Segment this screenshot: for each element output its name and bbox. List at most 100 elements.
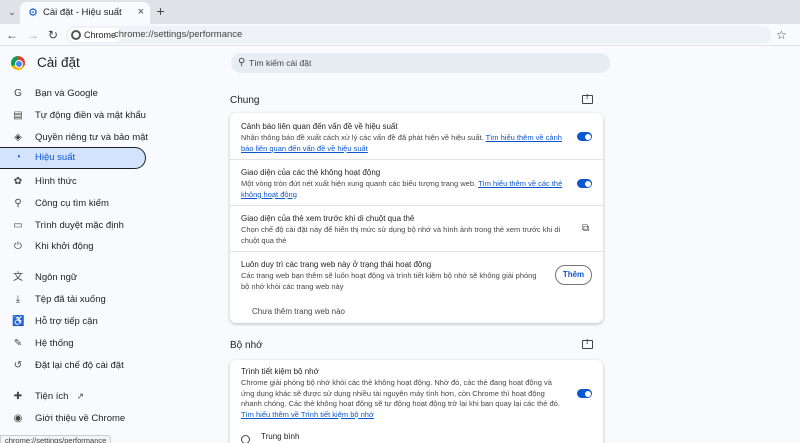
sidebar-item-reset[interactable]: ↺ Đặt lại chế độ cài đặt <box>0 355 146 377</box>
download-icon: ⤓ <box>15 294 21 305</box>
feedback-icon[interactable] <box>582 94 593 104</box>
accessibility-icon: ♿ <box>12 316 25 327</box>
tab-title: Cài đặt - Hiệu suất <box>43 7 122 18</box>
performance-alerts-desc-text: Nhận thông báo đề xuất cách xử lý các vấ… <box>241 133 484 142</box>
memory-saver-desc: Chrome giải phóng bộ nhớ khỏi các thẻ kh… <box>241 378 566 420</box>
close-icon[interactable]: × <box>138 6 144 18</box>
chrome-logo-icon <box>11 56 25 70</box>
search-box[interactable]: ⚲ <box>231 53 610 73</box>
sidebar-item-label: Tiện ích ↗ <box>35 391 84 402</box>
search-input[interactable] <box>249 56 589 70</box>
extensions-label: Tiện ích <box>35 391 69 402</box>
chrome-icon: ◉ <box>13 413 23 424</box>
add-site-button[interactable]: Thêm <box>555 265 592 285</box>
tab-search-chevron-icon[interactable]: ⌄ <box>5 5 19 19</box>
sidebar-item-label: Khi khởi động <box>35 241 94 252</box>
memory-saver-toggle[interactable] <box>577 389 592 398</box>
clipboard-icon: ▤ <box>13 110 23 121</box>
sidebar-item-on-startup[interactable]: ⏻ Khi khởi động <box>0 236 146 258</box>
inactive-tabs-toggle[interactable] <box>577 179 592 188</box>
general-card: Cảnh báo liên quan đến vấn đề về hiệu su… <box>230 113 603 323</box>
hover-preview-desc: Chọn chế độ cài đặt này để hiển thị mức … <box>241 225 561 245</box>
sidebar-item-performance[interactable]: ◔ Hiệu suất <box>0 147 146 169</box>
status-bar-url: chrome://settings/performance <box>0 435 112 443</box>
sidebar-item-you-and-google[interactable]: G Bạn và Google <box>0 83 146 105</box>
sidebar-item-label: Hệ thống <box>35 338 74 349</box>
section-heading-memory: Bộ nhớ <box>230 340 263 351</box>
browser-icon: ▭ <box>13 220 23 231</box>
url-text[interactable]: chrome://settings/performance <box>114 29 242 40</box>
search-icon: ⚲ <box>238 57 246 68</box>
hover-preview-title: Giao diện của thẻ xem trước khi di chuột… <box>241 214 415 223</box>
memory-card: Trình tiết kiệm bộ nhớ Chrome giải phóng… <box>230 360 603 443</box>
open-in-new-icon: ↗ <box>76 391 84 401</box>
sidebar-item-label: Hiệu suất <box>35 152 76 163</box>
memory-saver-desc-text: Chrome giải phóng bộ nhớ khỏi các thẻ kh… <box>241 378 560 408</box>
tab-settings[interactable]: ⚙ Cài đặt - Hiệu suất × <box>20 2 150 24</box>
divider <box>230 205 603 206</box>
sidebar-item-privacy[interactable]: ◈ Quyền riêng tư và bảo mật <box>0 127 149 149</box>
gear-icon: ⚙ <box>28 7 38 19</box>
divider <box>230 251 603 252</box>
sidebar-item-about-chrome[interactable]: ◉ Giới thiệu về Chrome <box>0 408 146 430</box>
tab-strip: ⌄ ⚙ Cài đặt - Hiệu suất × + <box>0 0 800 24</box>
palette-icon: ✿ <box>13 176 23 187</box>
sidebar-item-languages[interactable]: 文 Ngôn ngữ <box>0 267 146 289</box>
shield-icon: ◈ <box>14 132 22 143</box>
chrome-icon <box>71 30 81 40</box>
performance-alerts-title: Cảnh báo liên quan đến vấn đề về hiệu su… <box>241 122 398 131</box>
sidebar-item-default-browser[interactable]: ▭ Trình duyệt mặc định <box>0 215 146 237</box>
sidebar-item-search-engine[interactable]: ⚲ Công cụ tìm kiếm <box>0 193 146 215</box>
search-icon: ⚲ <box>14 198 22 209</box>
performance-alerts-toggle[interactable] <box>577 132 592 141</box>
memory-saver-learn-more-link[interactable]: Tìm hiểu thêm về Trình tiết kiệm bộ nhớ <box>241 410 374 419</box>
bookmark-star-icon[interactable]: ☆ <box>776 27 787 43</box>
reload-icon[interactable]: ↻ <box>45 27 61 43</box>
performance-alerts-desc: Nhận thông báo đề xuất cách xử lý các vấ… <box>241 133 566 154</box>
sidebar-item-label: Đặt lại chế độ cài đặt <box>35 360 124 371</box>
section-heading-general: Chung <box>230 95 260 106</box>
inactive-tabs-desc-text: Một vòng tròn đứt nét xuất hiện xung qua… <box>241 179 477 188</box>
sidebar-item-system[interactable]: ✎ Hệ thống <box>0 333 146 355</box>
sidebar-item-label: Giới thiệu về Chrome <box>35 413 126 424</box>
feedback-icon[interactable] <box>582 339 593 349</box>
sidebar-item-accessibility[interactable]: ♿ Hỗ trợ tiếp cận <box>0 311 146 333</box>
sidebar-item-label: Tệp đã tải xuống <box>35 294 106 305</box>
sidebar-item-label: Quyền riêng tư và bảo mật <box>35 132 149 143</box>
sidebar-item-label: Công cụ tìm kiếm <box>35 198 109 209</box>
sidebar-item-downloads[interactable]: ⤓ Tệp đã tải xuống <box>0 289 146 311</box>
keep-active-desc: Các trang web bạn thêm sẽ luôn hoạt động… <box>241 271 537 291</box>
memory-level-label: Trung bình <box>261 432 300 441</box>
inactive-tabs-title: Giao diện của các thẻ không hoạt động <box>241 168 381 177</box>
sidebar-item-label: Bạn và Google <box>35 88 98 99</box>
chip-label: Chrome <box>84 30 117 40</box>
sidebar-item-autofill[interactable]: ▤ Tự động điền và mật khẩu <box>0 105 146 127</box>
sidebar-item-label: Hỗ trợ tiếp cận <box>35 316 98 327</box>
sidebar-item-label: Ngôn ngữ <box>35 272 78 283</box>
wrench-icon: ✎ <box>13 338 23 349</box>
address-bar[interactable]: Chrome chrome://settings/performance <box>66 26 771 44</box>
translate-icon: 文 <box>13 272 23 283</box>
sidebar-item-label: Tự động điền và mật khẩu <box>35 110 146 121</box>
sidebar-item-label: Trình duyệt mặc định <box>35 220 124 231</box>
new-tab-button[interactable]: + <box>153 4 168 19</box>
power-icon: ⏻ <box>14 241 22 252</box>
page-title: Cài đặt <box>37 55 80 70</box>
toolbar: ← → ↻ Chrome chrome://settings/performan… <box>0 24 800 46</box>
reset-icon: ↺ <box>13 360 23 371</box>
sidebar-item-extensions[interactable]: ✚ Tiện ích ↗ <box>0 386 146 408</box>
empty-sites-text: Chưa thêm trang web nào <box>252 307 345 316</box>
google-icon: G <box>14 88 22 99</box>
puzzle-icon: ✚ <box>13 391 23 402</box>
back-arrow-icon[interactable]: ← <box>4 27 20 43</box>
open-in-new-icon[interactable]: ⧉ <box>582 224 592 234</box>
inactive-tabs-desc: Một vòng tròn đứt nét xuất hiện xung qua… <box>241 179 566 200</box>
divider <box>230 159 603 160</box>
memory-saver-title: Trình tiết kiệm bộ nhớ <box>241 367 319 376</box>
forward-arrow-icon[interactable]: → <box>25 27 41 43</box>
sidebar-item-label: Hình thức <box>35 176 77 187</box>
sidebar-item-appearance[interactable]: ✿ Hình thức <box>0 171 146 193</box>
keep-active-title: Luôn duy trì các trang web này ở trạng t… <box>241 260 432 269</box>
speedometer-icon: ◔ <box>14 152 22 163</box>
memory-level-radio[interactable] <box>241 435 250 443</box>
